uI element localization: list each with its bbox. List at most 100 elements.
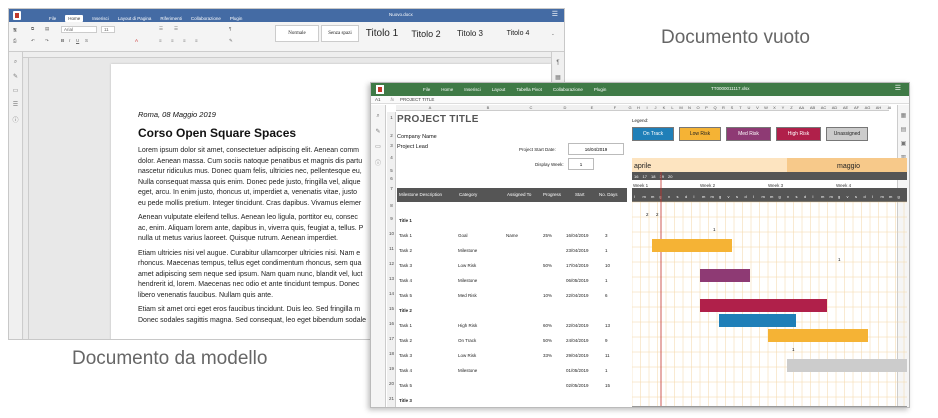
chat-icon[interactable]: ▭ xyxy=(371,143,385,150)
cell-start-date[interactable]: 22/04/2019 xyxy=(566,323,589,328)
list-number-icon[interactable]: ☰ xyxy=(174,26,178,32)
column-header[interactable]: G xyxy=(626,105,634,110)
column-header[interactable]: AG xyxy=(862,105,873,110)
scrollbar[interactable] xyxy=(632,406,907,408)
row-header[interactable]: 16 xyxy=(387,321,396,326)
cell-category[interactable]: Milestone xyxy=(458,248,477,253)
column-header[interactable]: AF xyxy=(851,105,862,110)
column-header[interactable]: W xyxy=(762,105,770,110)
style-senza-spazi[interactable]: Senza spazi xyxy=(321,25,359,42)
cell-task-name[interactable]: Title 3 xyxy=(399,398,412,403)
gantt-bar[interactable] xyxy=(719,314,796,327)
sheet-menu-item-inserisci[interactable]: Inserisci xyxy=(464,87,481,92)
row-header[interactable]: 14 xyxy=(387,291,396,296)
comment-icon[interactable]: ✎ xyxy=(371,128,385,135)
cell-task-name[interactable]: Task 5 xyxy=(399,293,412,298)
undo-icon[interactable]: ↶ xyxy=(31,38,35,44)
cell-days[interactable]: 6 xyxy=(605,293,608,298)
style-titolo-3[interactable]: Titolo 3 xyxy=(449,25,491,42)
list-bullet-icon[interactable]: ☰ xyxy=(159,26,163,32)
row-header[interactable]: 8 xyxy=(387,203,396,208)
milestone-marker[interactable]: 1 xyxy=(838,257,841,262)
cell-start-date[interactable]: 23/04/2019 xyxy=(566,248,589,253)
cell-start-date[interactable]: 22/04/2019 xyxy=(566,293,589,298)
strike-button[interactable]: S xyxy=(85,38,88,43)
gantt-bar[interactable] xyxy=(652,239,732,252)
row-header[interactable]: 5 xyxy=(387,168,396,173)
menu-item-plugin[interactable]: Plugin xyxy=(230,16,243,21)
align-left-icon[interactable]: ≡ xyxy=(159,38,162,43)
row-header[interactable]: 1 xyxy=(387,115,396,120)
column-header[interactable]: I xyxy=(643,105,651,110)
column-header[interactable]: J xyxy=(652,105,660,110)
gantt-bar[interactable] xyxy=(768,329,868,342)
cell-progress[interactable]: 33% xyxy=(543,353,552,358)
horizontal-ruler[interactable] xyxy=(9,52,564,58)
cell-category[interactable]: Milestone xyxy=(458,368,477,373)
project-lead[interactable]: Project Lead xyxy=(397,144,428,150)
row-header[interactable]: 13 xyxy=(387,276,396,281)
cell-task-name[interactable]: Title 1 xyxy=(399,218,412,223)
sheet-menu-item-file[interactable]: File xyxy=(423,87,430,92)
column-header[interactable]: AC xyxy=(818,105,829,110)
cell-days[interactable]: 13 xyxy=(605,323,610,328)
print-icon[interactable]: ⎙ xyxy=(13,38,17,43)
cell-start-date[interactable]: 17/04/2019 xyxy=(566,263,589,268)
cell-days[interactable]: 15 xyxy=(605,383,610,388)
cell-days[interactable]: 1 xyxy=(605,368,608,373)
column-header[interactable]: M xyxy=(677,105,685,110)
cell-category[interactable]: High Risk xyxy=(458,323,477,328)
font-color-button[interactable]: A xyxy=(135,38,138,43)
gantt-chart[interactable]: aprile maggio 16 17 18 19 20 Week 1 Week 2 Week 3… xyxy=(632,158,907,408)
cell-reference[interactable]: A1 xyxy=(375,97,381,102)
image-settings-icon[interactable]: ▣ xyxy=(898,140,909,147)
cell-start-date[interactable]: 29/04/2019 xyxy=(566,353,589,358)
cell-task-name[interactable]: Task 3 xyxy=(399,353,412,358)
row-header[interactable]: 21 xyxy=(387,396,396,401)
format-painter-icon[interactable]: ✎ xyxy=(229,38,233,44)
menu-item-riferimenti[interactable]: Riferimenti xyxy=(160,16,182,21)
row-header[interactable]: 4 xyxy=(387,155,396,160)
column-header[interactable]: L xyxy=(669,105,677,110)
row-header[interactable]: 19 xyxy=(387,366,396,371)
milestone-marker[interactable]: 1 xyxy=(713,227,716,232)
row-header[interactable]: 2 xyxy=(387,133,396,138)
style-titolo-4[interactable]: Titolo 4 xyxy=(493,25,543,42)
start-date-input[interactable]: 16/04/2019 xyxy=(568,143,624,155)
menu-item-inserisci[interactable]: Inserisci xyxy=(92,16,109,21)
cell-assigned-to[interactable]: Name xyxy=(506,233,518,238)
sheet-menu-item-collaborazione[interactable]: Collaborazione xyxy=(553,87,583,92)
sheet-menu-item-tabella-pivot[interactable]: Tabella Pivot xyxy=(516,87,542,92)
column-header[interactable]: N xyxy=(686,105,694,110)
column-header[interactable]: E xyxy=(580,105,604,110)
search-icon[interactable]: ⌕ xyxy=(371,113,385,120)
table-settings-icon[interactable]: ▦ xyxy=(552,74,564,81)
cell-days[interactable]: 1 xyxy=(605,278,608,283)
column-headers[interactable]: A B C D E F G H I J K L M N O P Q R S T U V W X Y Z AA AB AC AD AE AF AG… xyxy=(396,105,891,111)
cell-start-date[interactable]: 06/05/2019 xyxy=(566,278,589,283)
column-header[interactable]: Y xyxy=(779,105,787,110)
cell-category[interactable]: Milestone xyxy=(458,278,477,283)
company-name[interactable]: Company Name xyxy=(397,134,437,140)
chat-icon[interactable]: ▭ xyxy=(9,87,22,94)
info-icon[interactable]: ⓘ xyxy=(371,158,385,167)
row-header[interactable]: 9 xyxy=(387,216,396,221)
row-header[interactable]: 15 xyxy=(387,306,396,311)
column-header[interactable]: AB xyxy=(807,105,818,110)
cell-days[interactable]: 3 xyxy=(605,233,608,238)
gantt-bar[interactable] xyxy=(700,269,750,282)
cell-progress[interactable]: 25% xyxy=(543,233,552,238)
cell-task-name[interactable]: Task 5 xyxy=(399,383,412,388)
column-header[interactable]: U xyxy=(745,105,753,110)
row-header[interactable]: 20 xyxy=(387,381,396,386)
align-center-icon[interactable]: ≡ xyxy=(171,38,174,43)
column-header[interactable]: X xyxy=(771,105,779,110)
cell-days[interactable]: 1 xyxy=(605,248,608,253)
paragraph-settings-icon[interactable]: ¶ xyxy=(552,60,564,66)
cell-task-name[interactable]: Task 4 xyxy=(399,368,412,373)
vertical-ruler[interactable] xyxy=(24,58,29,339)
row-header[interactable]: 18 xyxy=(387,351,396,356)
column-header[interactable]: AA xyxy=(796,105,807,110)
column-header[interactable]: V xyxy=(754,105,762,110)
sheet-menu-item-layout[interactable]: Layout xyxy=(492,87,506,92)
